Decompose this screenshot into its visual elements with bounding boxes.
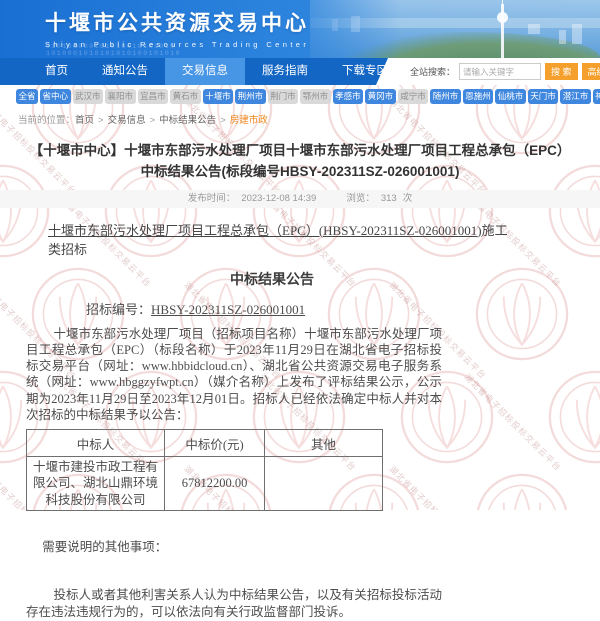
publish-label: 发布时间： (188, 193, 236, 204)
region-tab-12[interactable]: 咸宁市 (398, 89, 429, 104)
region-tab-2[interactable]: 武汉市 (73, 89, 104, 104)
doc-paragraph-1: 十堰市东部污水处理厂项目（招标项目名称）十堰市东部污水处理厂项目工程总承包（EP… (26, 326, 442, 424)
nav-tab-2[interactable]: 交易信息 (165, 58, 245, 85)
region-tab-14[interactable]: 恩施州 (463, 89, 494, 104)
breadcrumb-link-1[interactable]: 交易信息 (108, 115, 146, 126)
nav-tab-0[interactable]: 首页 (28, 58, 85, 85)
region-tab-18[interactable]: 神农架 (593, 89, 600, 104)
site-search: 全站搜索： 搜 索 高级搜索 (396, 58, 600, 85)
table-cell-0-1: 67812200.00 (165, 457, 265, 511)
nav-tabs: 首页通知公告交易信息服务指南下载专区 (28, 58, 405, 85)
doc-note-heading: 需要说明的其他事项： (26, 536, 518, 555)
advanced-search-button[interactable]: 高级搜索 (582, 63, 600, 80)
region-filter-row: 全省省中心武汉市襄阳市宜昌市黄石市十堰市荆州市荆门市鄂州市孝感市黄冈市咸宁市随州… (0, 85, 600, 107)
article: 【十堰市中心】十堰市东部污水处理厂项目十堰市东部污水处理厂项目工程总承包（EPC… (0, 140, 600, 621)
table-header-0: 中标人 (27, 430, 165, 457)
doc-heading: 十堰市东部污水处理厂项目工程总承包（EPC）(HBSY-202311SZ-026… (48, 220, 518, 258)
nav-tab-3[interactable]: 服务指南 (245, 58, 325, 85)
search-button[interactable]: 搜 索 (545, 63, 578, 80)
region-tab-5[interactable]: 黄石市 (170, 89, 201, 104)
breadcrumb-prefix: 当前的位置： (18, 115, 75, 126)
region-tab-3[interactable]: 襄阳市 (105, 89, 136, 104)
table-header-2: 其他 (265, 430, 383, 457)
bid-number-label: 招标编号： (86, 302, 151, 317)
page-title: 【十堰市中心】十堰市东部污水处理厂项目十堰市东部污水处理厂项目工程总承包（EPC… (24, 140, 576, 183)
views-count: 313 (381, 193, 397, 204)
table-cell-0-0: 十堰市建投市政工程有限公司、湖北山鼎环境科技股份有限公司 (27, 457, 165, 511)
views-label: 浏览： (346, 193, 375, 204)
region-tab-13[interactable]: 随州市 (430, 89, 461, 104)
search-label: 全站搜索： (410, 65, 455, 78)
article-meta: 发布时间： 2023-12-08 14:39 浏览： 313 次 (0, 190, 600, 208)
table-header-1: 中标价(元) (165, 430, 265, 457)
breadcrumb: 当前的位置：首页>交易信息>中标结果公告>房建市政 (0, 107, 600, 132)
nav-tab-1[interactable]: 通知公告 (85, 58, 165, 85)
region-tab-9[interactable]: 鄂州市 (300, 89, 331, 104)
main-nav: 首页通知公告交易信息服务指南下载专区 全站搜索： 搜 索 高级搜索 (0, 58, 600, 85)
region-tab-1[interactable]: 省中心 (40, 89, 71, 104)
breadcrumb-separator: > (220, 115, 226, 126)
bid-number-line: 招标编号：HBSY-202311SZ-026001001 (86, 299, 518, 318)
bid-result-table: 中标人中标价(元)其他十堰市建投市政工程有限公司、湖北山鼎环境科技股份有限公司6… (26, 429, 383, 511)
region-tab-4[interactable]: 宜昌市 (138, 89, 169, 104)
breadcrumb-link-0[interactable]: 首页 (75, 115, 94, 126)
site-title: 十堰市公共资源交易中心 (45, 7, 309, 37)
region-tab-15[interactable]: 仙桃市 (495, 89, 526, 104)
breadcrumb-separator: > (150, 115, 156, 126)
publish-time: 2023-12-08 14:39 (241, 193, 316, 204)
site-banner: 十堰市公共资源交易中心 Shiyan Public Resources Trad… (0, 0, 600, 58)
views-unit: 次 (403, 193, 413, 204)
doc-paragraph-2: 投标人或者其他利害关系人认为中标结果公告，以及有关招标投标活动存在违法违规行为的… (26, 587, 442, 621)
region-tab-0[interactable]: 全省 (16, 89, 38, 104)
doc-heading-underlined: 十堰市东部污水处理厂项目工程总承包（EPC）(HBSY-202311SZ-026… (48, 223, 482, 238)
region-tab-11[interactable]: 黄冈市 (365, 89, 396, 104)
region-tab-10[interactable]: 孝感市 (333, 89, 364, 104)
bid-number: HBSY-202311SZ-026001001 (151, 302, 305, 317)
table-header-row: 中标人中标价(元)其他 (27, 430, 383, 457)
region-tab-6[interactable]: 十堰市 (203, 89, 234, 104)
breadcrumb-current: 房建市政 (230, 115, 268, 126)
breadcrumb-separator: > (98, 115, 104, 126)
region-tab-17[interactable]: 潜江市 (560, 89, 591, 104)
document-body: 十堰市东部污水处理厂项目工程总承包（EPC）(HBSY-202311SZ-026… (26, 220, 518, 621)
search-input[interactable] (459, 63, 541, 80)
region-tab-7[interactable]: 荆州市 (235, 89, 266, 104)
region-tab-8[interactable]: 荆门市 (268, 89, 299, 104)
doc-subheading: 中标结果公告 (26, 269, 518, 289)
table-cell-0-2 (265, 457, 383, 511)
region-tab-16[interactable]: 天门市 (528, 89, 559, 104)
breadcrumb-link-2[interactable]: 中标结果公告 (159, 115, 216, 126)
site-subtitle: Shiyan Public Resources Trading Center (45, 40, 309, 49)
table-row: 十堰市建投市政工程有限公司、湖北山鼎环境科技股份有限公司67812200.00 (27, 457, 383, 511)
